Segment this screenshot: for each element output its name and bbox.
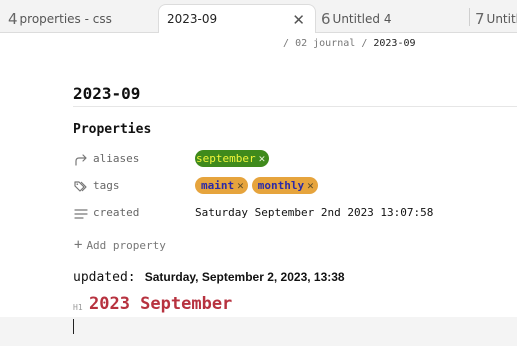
property-value[interactable]: Saturday September 2nd 2023 13:07:58 [195,204,433,219]
created-date-value[interactable]: Saturday September 2nd 2023 13:07:58 [195,206,433,219]
heading-level-marker: H1 [73,303,83,312]
tab-untitled[interactable]: 7 Untitled [475,4,517,33]
tab-label: Untitled 4 [332,11,392,26]
property-key[interactable]: tags [93,179,120,192]
property-value[interactable]: september ✕ [195,150,270,167]
breadcrumb-current: 2023-09 [373,38,416,49]
add-property-button[interactable]: + Add property [74,237,166,253]
tab-divider [469,8,470,26]
tags-icon [74,181,87,192]
tab-number: 7 [475,9,485,28]
text-cursor [73,319,74,334]
updated-line[interactable]: updated: Saturday, September 2, 2023, 13… [73,266,345,285]
arrow-forward-icon [75,154,87,166]
updated-value: Saturday, September 2, 2023, 13:38 [144,270,345,284]
title-divider [73,106,517,107]
breadcrumb: / 02 journal / 2023-09 [283,38,416,49]
plus-icon: + [74,237,83,253]
properties-heading[interactable]: Properties [73,122,151,137]
tag-pill[interactable]: monthly ✕ [251,177,318,194]
tab-label: properties - css [19,11,112,26]
tag-pill-label: monthly [257,179,305,192]
text-lines-icon [74,209,88,219]
add-property-label: Add property [86,238,166,252]
tab-bar: 4 properties - css 2023-09 ✕ 6 Untitled … [0,0,517,33]
property-key[interactable]: aliases [93,152,139,165]
tab-label: Untitled [486,11,517,26]
property-row-created[interactable]: created Saturday September 2nd 2023 13:0… [73,204,513,224]
breadcrumb-folder[interactable]: 02 journal [295,38,355,49]
alias-pill-label: september [196,152,256,165]
alias-pill[interactable]: september ✕ [195,150,270,167]
tab-untitled-4[interactable]: 6 Untitled 4 [321,4,461,33]
property-value[interactable]: maint ✕ monthly ✕ [195,177,318,194]
tag-pill[interactable]: maint ✕ [195,177,248,194]
tab-label: 2023-09 [167,12,218,26]
property-row-aliases[interactable]: aliases september ✕ [73,150,513,170]
close-icon[interactable]: ✕ [292,11,305,29]
remove-icon[interactable]: ✕ [307,179,314,192]
breadcrumb-separator: / [361,38,368,49]
active-editor-line[interactable] [0,317,517,346]
tab-number: 4 [8,9,18,28]
remove-icon[interactable]: ✕ [259,152,266,165]
breadcrumb-separator: / [283,38,290,49]
property-key[interactable]: created [93,206,139,219]
property-row-tags[interactable]: tags maint ✕ monthly ✕ [73,177,513,197]
tab-properties-css[interactable]: 4 properties - css [8,4,148,33]
heading-1[interactable]: 2023 September [89,294,232,314]
tab-2023-09[interactable]: 2023-09 ✕ [158,4,316,33]
tag-pill-label: maint [201,179,235,192]
tab-number: 6 [321,9,331,28]
note-title[interactable]: 2023-09 [73,84,140,103]
updated-key: updated: [73,270,136,285]
remove-icon[interactable]: ✕ [237,179,244,192]
